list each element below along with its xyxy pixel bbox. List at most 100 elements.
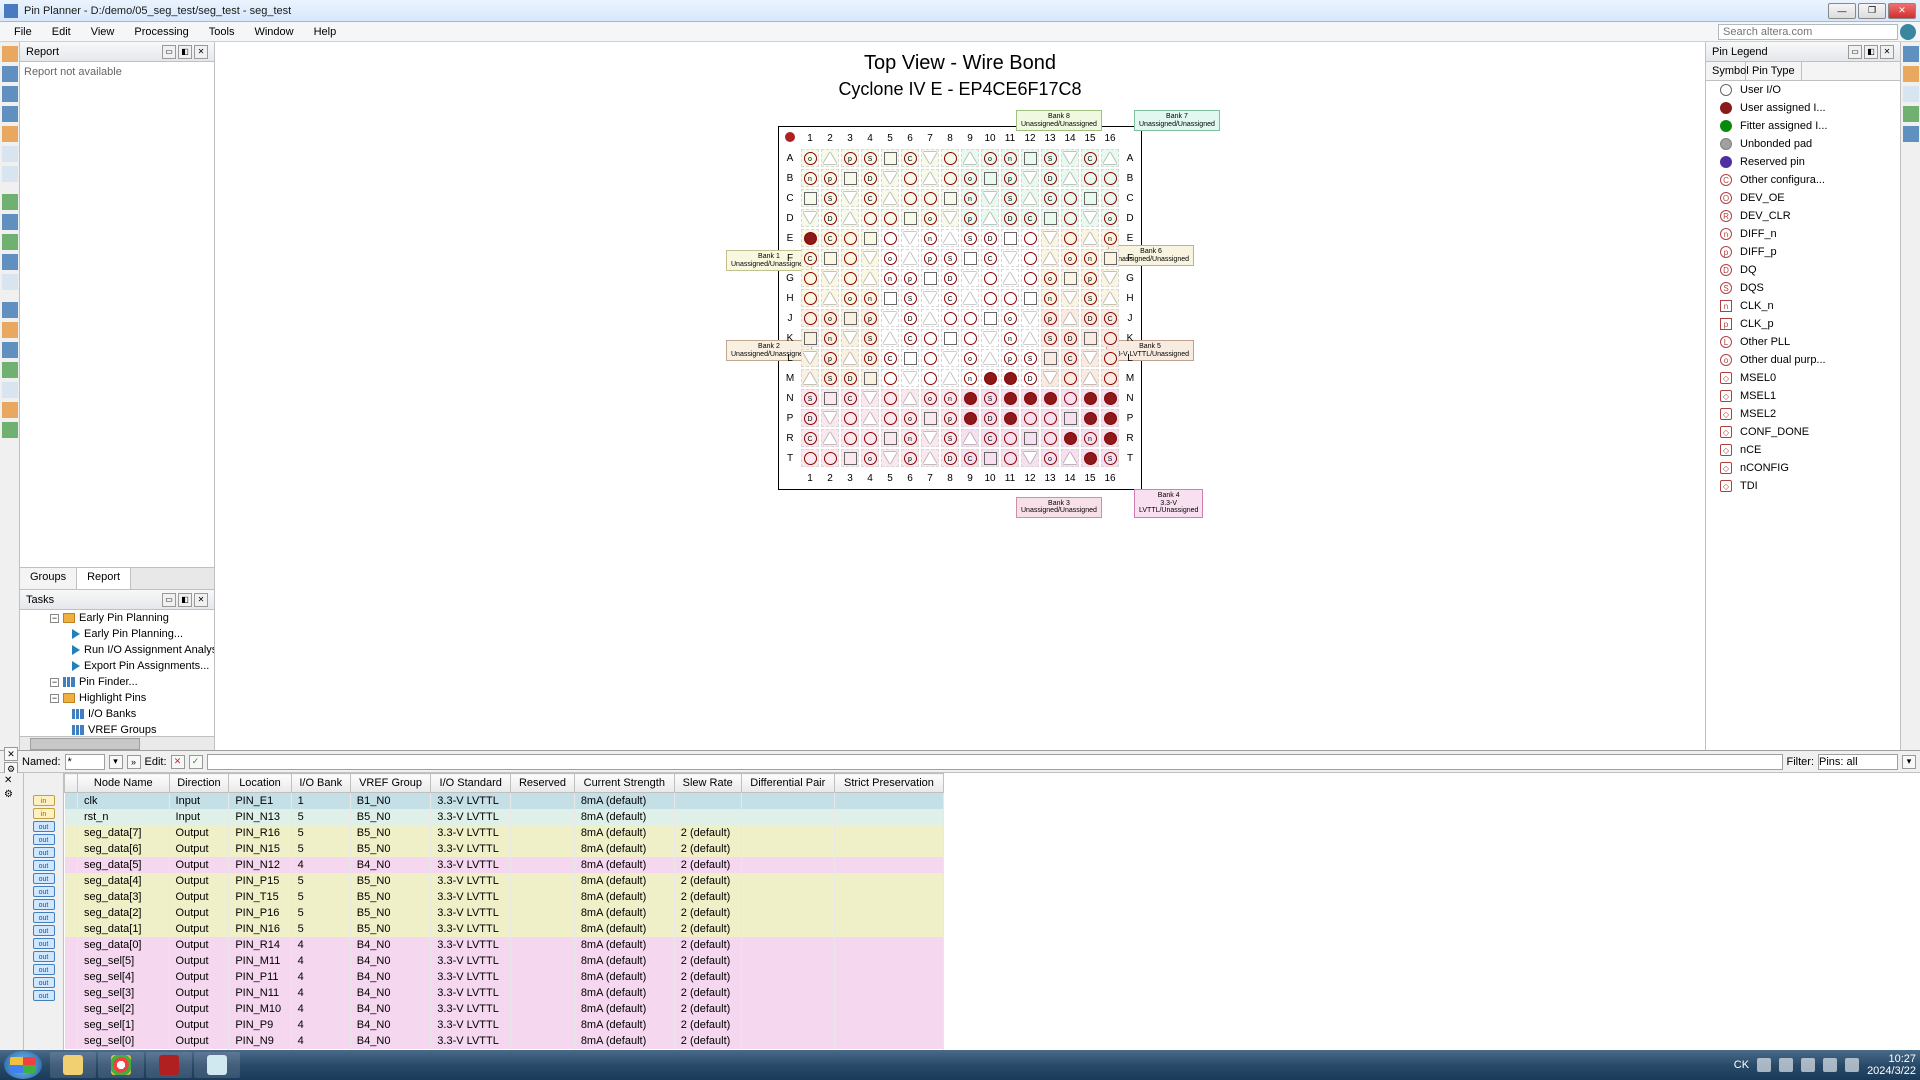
pin-cell[interactable]	[1104, 412, 1117, 425]
task-pdf[interactable]	[146, 1052, 192, 1078]
pin-cell[interactable]: n	[904, 432, 917, 445]
pin-cell[interactable]: n	[1044, 292, 1057, 305]
toolbar-undo-icon[interactable]	[2, 146, 18, 162]
pin-cell[interactable]	[983, 212, 997, 224]
pin-cell[interactable]	[1084, 332, 1097, 345]
pin-cell[interactable]	[1004, 292, 1017, 305]
pin-cell[interactable]: C	[1044, 192, 1057, 205]
pin-cell[interactable]: n	[964, 372, 977, 385]
pin-cell[interactable]	[803, 352, 817, 364]
pin-cell[interactable]: n	[924, 232, 937, 245]
rtool-1-icon[interactable]	[1903, 46, 1919, 62]
pin-cell[interactable]	[904, 352, 917, 365]
pin-cell[interactable]	[863, 252, 877, 264]
pin-cell[interactable]: n	[824, 332, 837, 345]
data-grid[interactable]: Node NameDirectionLocationI/O BankVREF G…	[64, 773, 1920, 1050]
pin-cell[interactable]: o	[1004, 312, 1017, 325]
pin-cell[interactable]: p	[924, 252, 937, 265]
pin-cell[interactable]	[1023, 452, 1037, 464]
pin-cell[interactable]	[844, 172, 857, 185]
pin-cell[interactable]	[984, 292, 997, 305]
pin-cell[interactable]	[843, 352, 857, 364]
menu-tools[interactable]: Tools	[199, 24, 245, 40]
table-row[interactable]: seg_data[0]OutputPIN_R144B4_N03.3-V LVTT…	[65, 937, 944, 953]
pin-cell[interactable]: D	[804, 412, 817, 425]
pin-cell[interactable]	[884, 152, 897, 165]
pin-cell[interactable]: o	[984, 152, 997, 165]
pin-cell[interactable]	[844, 232, 857, 245]
pin-cell[interactable]	[804, 452, 817, 465]
pin-cell[interactable]	[944, 332, 957, 345]
pin-cell[interactable]	[1023, 312, 1037, 324]
pin-cell[interactable]	[943, 232, 957, 244]
pin-cell[interactable]: D	[844, 372, 857, 385]
grid-col-header[interactable]: I/O Standard	[431, 774, 511, 793]
chip-view[interactable]: Top View - Wire Bond Cyclone IV E - EP4C…	[215, 42, 1705, 750]
task-explorer[interactable]	[50, 1052, 96, 1078]
pin-cell[interactable]: n	[1084, 252, 1097, 265]
edit-confirm-icon[interactable]: ✓	[189, 755, 203, 769]
pin-cell[interactable]	[984, 272, 997, 285]
pin-cell[interactable]	[1044, 352, 1057, 365]
pin-cell[interactable]: S	[1104, 452, 1117, 465]
tray-flag-icon[interactable]	[1801, 1058, 1815, 1072]
named-input[interactable]	[65, 754, 105, 770]
pin-cell[interactable]	[943, 352, 957, 364]
pin-cell[interactable]	[1083, 232, 1097, 244]
pin-cell[interactable]	[924, 332, 937, 345]
menu-file[interactable]: File	[4, 24, 42, 40]
pin-cell[interactable]: o	[924, 392, 937, 405]
pin-cell[interactable]: o	[964, 352, 977, 365]
pin-cell[interactable]	[863, 272, 877, 284]
pin-cell[interactable]	[944, 172, 957, 185]
edit-input[interactable]	[207, 754, 1783, 770]
pin-cell[interactable]	[964, 252, 977, 265]
tasks-dock-icon[interactable]: ▭	[162, 593, 176, 607]
pin-cell[interactable]	[1103, 292, 1117, 304]
pin-cell[interactable]	[884, 412, 897, 425]
pin-cell[interactable]	[1064, 212, 1077, 225]
pin-cell[interactable]: S	[964, 232, 977, 245]
pin-cell[interactable]: p	[824, 172, 837, 185]
start-button[interactable]	[4, 1051, 42, 1079]
toolbar-grid-icon[interactable]	[2, 254, 18, 270]
pin-cell[interactable]: p	[1004, 352, 1017, 365]
pin-cell[interactable]: D	[984, 412, 997, 425]
pin-cell[interactable]	[1024, 152, 1037, 165]
pin-cell[interactable]	[883, 452, 897, 464]
pin-cell[interactable]	[844, 432, 857, 445]
pin-cell[interactable]: C	[844, 392, 857, 405]
menu-processing[interactable]: Processing	[124, 24, 198, 40]
pin-cell[interactable]	[1104, 172, 1117, 185]
pin-cell[interactable]	[804, 292, 817, 305]
pin-cell[interactable]	[904, 172, 917, 185]
grid-col-header[interactable]: Node Name	[78, 774, 170, 793]
grid-col-header[interactable]: I/O Bank	[291, 774, 350, 793]
pin-cell[interactable]: C	[944, 292, 957, 305]
pin-cell[interactable]	[843, 192, 857, 204]
pin-cell[interactable]	[824, 452, 837, 465]
pin-cell[interactable]	[984, 452, 997, 465]
table-row[interactable]: seg_sel[3]OutputPIN_N114B4_N03.3-V LVTTL…	[65, 985, 944, 1001]
pin-cell[interactable]	[823, 412, 837, 424]
menu-view[interactable]: View	[81, 24, 125, 40]
grid-col-header[interactable]: Reserved	[511, 774, 575, 793]
pin-cell[interactable]	[1043, 232, 1057, 244]
pin-cell[interactable]	[1004, 392, 1017, 405]
pin-cell[interactable]	[803, 372, 817, 384]
pin-cell[interactable]	[884, 392, 897, 405]
pin-cell[interactable]	[903, 392, 917, 404]
pin-cell[interactable]	[984, 172, 997, 185]
pin-cell[interactable]: D	[1024, 372, 1037, 385]
pin-cell[interactable]	[964, 312, 977, 325]
rtool-4-icon[interactable]	[1903, 106, 1919, 122]
tray-battery-icon[interactable]	[1757, 1058, 1771, 1072]
grid-col-header[interactable]: VREF Group	[350, 774, 431, 793]
pin-cell[interactable]: C	[984, 252, 997, 265]
pin-cell[interactable]: o	[884, 252, 897, 265]
tasks-item[interactable]: −Early Pin Planning	[20, 610, 214, 626]
pin-cell[interactable]	[1004, 412, 1017, 425]
pin-cell[interactable]	[1063, 152, 1077, 164]
pin-cell[interactable]: C	[1104, 312, 1117, 325]
pin-cell[interactable]	[924, 352, 937, 365]
